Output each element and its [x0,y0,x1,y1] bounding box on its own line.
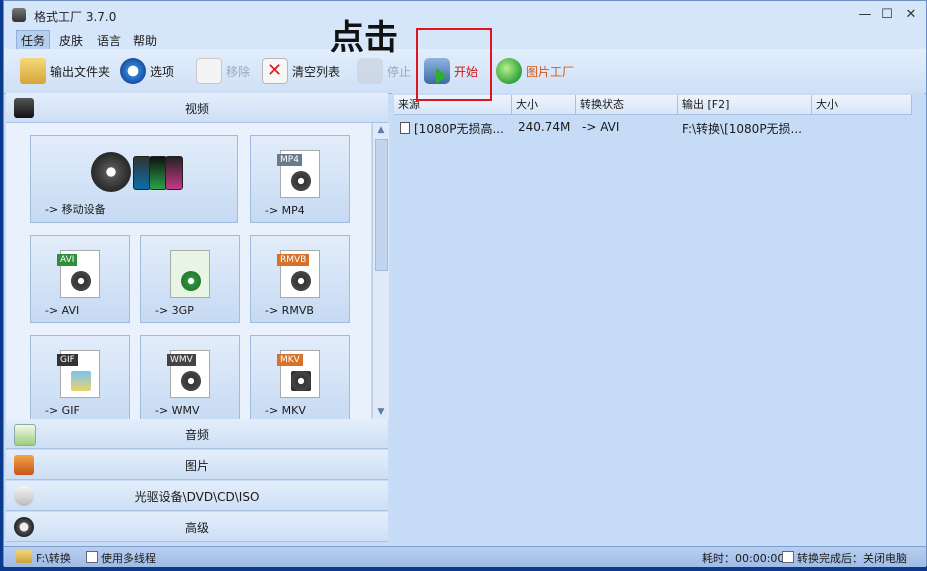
tile-wmv[interactable]: WMV -> WMV [140,335,240,419]
scrollbar-thumb[interactable] [375,139,388,271]
output-folder-icon[interactable] [16,550,32,563]
category-image-label: 图片 [184,459,209,473]
output-folder-label: 输出文件夹 [50,64,111,79]
options-label: 选项 [150,64,175,79]
tile-3gp[interactable]: -> 3GP [140,235,240,323]
category-audio-label: 音频 [184,428,209,442]
remove-icon [196,58,222,84]
remove-button[interactable]: 移除 [196,57,250,85]
category-audio[interactable]: 音频 [6,419,388,449]
mkv-icon: MKV [277,350,320,398]
menu-skin[interactable]: 皮肤 [54,30,88,51]
multithread-label: 使用多线程 [101,552,156,565]
tile-avi[interactable]: AVI -> AVI [30,235,130,323]
cell-source: [1080P无损高... [414,122,504,136]
picture-factory-icon [496,58,522,84]
category-disc-label: 光驱设备\DVD\CD\ISO [134,490,260,504]
app-icon [12,8,26,22]
click-annotation: 点击 [330,18,398,58]
category-video[interactable]: 视频 [6,93,388,123]
mp4-icon: MP4 [277,150,320,198]
title-bar: 格式工厂 3.7.0 — ☐ ✕ [4,1,926,29]
multithread-checkbox[interactable] [86,551,98,563]
gif-icon: GIF [57,350,100,398]
category-advanced[interactable]: 高级 [6,512,388,542]
tile-rmvb[interactable]: RMVB -> RMVB [250,235,350,323]
category-disc[interactable]: 光驱设备\DVD\CD\ISO [6,481,388,511]
after-done-label: 转换完成后：关闭电脑 [797,552,907,565]
status-bar: F:\转换 使用多线程 耗时：00:00:00 转换完成后：关闭电脑 [4,546,926,567]
file-icon [400,122,410,134]
clear-list-icon [262,58,288,84]
stop-button[interactable]: 停止 [357,57,411,85]
folder-icon [20,58,46,84]
category-video-label: 视频 [184,102,209,116]
category-advanced-label: 高级 [184,521,209,535]
tile-label: -> WMV [155,404,200,417]
tile-label: -> 3GP [155,304,194,317]
maximize-button[interactable]: ☐ [876,5,898,25]
left-panel: 视频 -> 移动设备 MP4 -> MP4 AVI -> AVI -> 3GP … [6,93,389,545]
tile-mobile-device[interactable]: -> 移动设备 [30,135,238,223]
options-icon [120,58,146,84]
tile-label: -> MP4 [265,204,305,217]
video-grid-scrollbar[interactable]: ▲ ▼ [372,123,389,419]
clear-list-button[interactable]: 清空列表 [262,57,340,85]
menu-language[interactable]: 语言 [92,30,126,51]
stop-icon [357,58,383,84]
cell-output: F:\转换\[1080P无损... [682,122,803,136]
category-image[interactable]: 图片 [6,450,388,480]
tile-label: -> MKV [265,404,306,417]
close-button[interactable]: ✕ [900,5,922,25]
tile-label: -> GIF [45,404,80,417]
rmvb-icon: RMVB [277,250,320,298]
stop-label: 停止 [387,64,412,79]
wmv-icon: WMV [167,350,210,398]
mobile-device-icon [91,150,183,196]
column-output[interactable]: 输出 [F2] [678,95,812,115]
output-folder-button[interactable]: 输出文件夹 [20,57,110,85]
options-button[interactable]: 选项 [120,57,174,85]
menu-task[interactable]: 任务 [16,30,51,51]
output-path: F:\转换 [36,552,71,565]
elapsed-time: 耗时：00:00:00 [702,552,785,565]
picture-factory-button[interactable]: 图片工厂 [496,57,574,85]
column-output-size[interactable]: 大小 [812,95,912,115]
scroll-down-icon[interactable]: ▼ [373,405,389,419]
tile-mp4[interactable]: MP4 -> MP4 [250,135,350,223]
column-status[interactable]: 转换状态 [576,95,678,115]
cell-size: 240.74M [518,120,571,134]
tile-label: -> RMVB [265,304,314,317]
clear-list-label: 清空列表 [292,64,341,79]
avi-icon: AVI [57,250,100,298]
tile-label: -> 移动设备 [45,203,106,216]
menu-help[interactable]: 帮助 [128,30,162,51]
tile-label: -> AVI [45,304,80,317]
tile-gif[interactable]: GIF -> GIF [30,335,130,419]
3gp-icon [170,250,210,298]
shutdown-checkbox[interactable] [782,551,794,563]
tile-mkv[interactable]: MKV -> MKV [250,335,350,419]
column-size[interactable]: 大小 [512,95,576,115]
cell-status: -> AVI [582,120,620,134]
window-title: 格式工厂 3.7.0 [34,10,117,24]
minimize-button[interactable]: — [854,5,876,25]
remove-label: 移除 [226,64,251,79]
video-format-grid: -> 移动设备 MP4 -> MP4 AVI -> AVI -> 3GP RMV… [6,123,371,419]
picture-factory-label: 图片工厂 [526,64,575,79]
start-highlight-box [416,28,492,101]
task-list: 来源 大小 转换状态 输出 [F2] 大小 [1080P无损高... 240.7… [392,93,924,545]
scroll-up-icon[interactable]: ▲ [373,123,389,137]
